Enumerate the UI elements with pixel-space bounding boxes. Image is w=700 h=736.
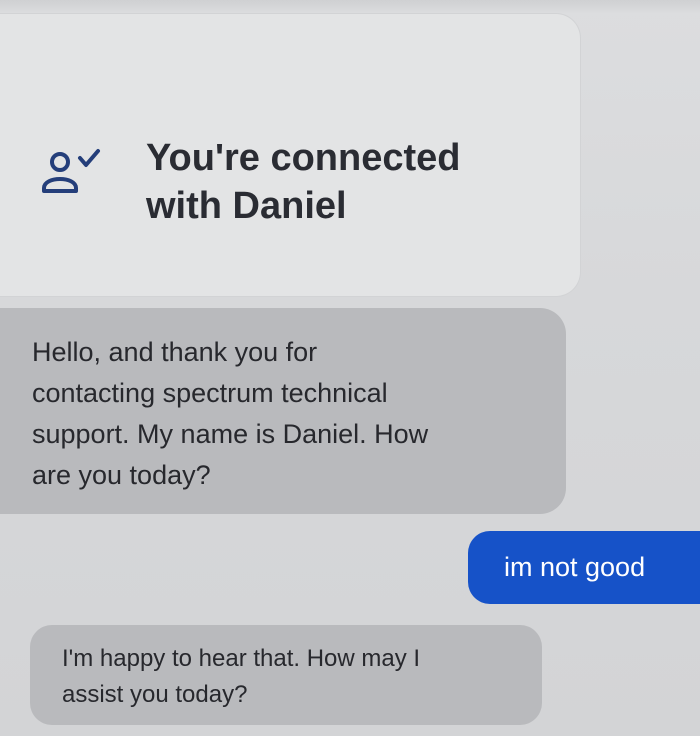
top-edge	[0, 0, 700, 14]
person-check-icon	[42, 149, 100, 193]
message-line: I'm happy to hear that. How may I	[62, 645, 421, 672]
connected-line-1: You're connected	[146, 137, 461, 179]
message-line: support. My name is Daniel. How	[32, 419, 429, 449]
connected-line-2: with Daniel	[146, 185, 347, 227]
connected-card: You're connected with Daniel	[0, 14, 580, 296]
message-line: Hello, and thank you for	[32, 337, 318, 367]
message-line: are you today?	[32, 460, 211, 490]
agent-message-bubble: I'm happy to hear that. How may I assist…	[30, 625, 542, 725]
chat-transcript: You're connected with Daniel Hello, and …	[0, 0, 700, 736]
agent-message-bubble: Hello, and thank you for contacting spec…	[0, 308, 566, 514]
message-line: contacting spectrum technical	[32, 378, 388, 408]
message-line: assist you today?	[62, 681, 248, 708]
connected-status: You're connected with Daniel	[146, 134, 566, 230]
user-message-bubble: im not good	[468, 531, 700, 604]
